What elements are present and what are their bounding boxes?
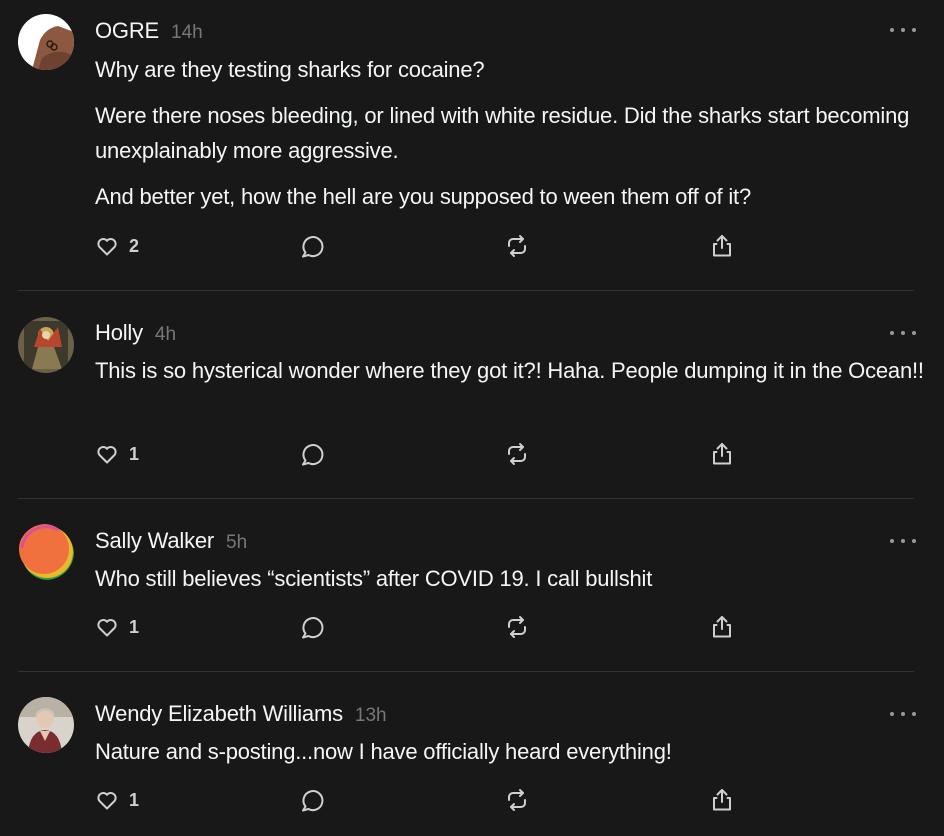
like-count: 2 bbox=[129, 235, 140, 256]
share-button[interactable] bbox=[709, 233, 735, 259]
more-dots-icon bbox=[890, 28, 894, 32]
repost-button[interactable] bbox=[504, 233, 530, 259]
like-button[interactable]: 2 bbox=[95, 233, 139, 259]
username[interactable]: Wendy Elizabeth Williams bbox=[95, 701, 343, 727]
avatar[interactable] bbox=[18, 524, 74, 580]
timestamp: 14h bbox=[171, 22, 203, 43]
share-icon bbox=[713, 235, 731, 257]
action-bar: 1 bbox=[95, 441, 745, 467]
timestamp: 5h bbox=[226, 532, 248, 553]
post-paragraph: Nature and s-posting...now I have offici… bbox=[95, 739, 672, 764]
post-paragraph: Were there noses bleeding, or lined with… bbox=[95, 103, 910, 163]
heart-icon bbox=[97, 238, 117, 256]
more-options-button[interactable] bbox=[890, 22, 916, 38]
action-bar: 1 bbox=[95, 614, 745, 640]
share-icon bbox=[713, 616, 731, 638]
post-text: Who still believes “scientists” after CO… bbox=[95, 561, 925, 607]
more-dots-icon bbox=[890, 712, 894, 716]
post-paragraph: This is so hysterical wonder where they … bbox=[95, 358, 924, 383]
reply-button[interactable] bbox=[299, 614, 325, 640]
repost-button[interactable] bbox=[504, 787, 530, 813]
share-button[interactable] bbox=[709, 787, 735, 813]
like-count: 1 bbox=[129, 789, 140, 810]
reply-button[interactable] bbox=[299, 441, 325, 467]
avatar[interactable] bbox=[18, 697, 74, 753]
reply-button[interactable] bbox=[299, 787, 325, 813]
heart-icon bbox=[97, 446, 117, 464]
username[interactable]: OGRE bbox=[95, 18, 159, 44]
like-button[interactable]: 1 bbox=[95, 787, 139, 813]
comment-bubble-icon bbox=[302, 790, 324, 812]
like-count: 1 bbox=[129, 616, 140, 637]
reply-button[interactable] bbox=[299, 233, 325, 259]
repost-icon bbox=[508, 616, 526, 638]
share-icon bbox=[713, 443, 731, 465]
comment-bubble-icon bbox=[302, 617, 324, 639]
username[interactable]: Sally Walker bbox=[95, 528, 214, 554]
action-bar: 2 bbox=[95, 233, 745, 259]
action-bar: 1 bbox=[95, 787, 745, 813]
repost-icon bbox=[508, 235, 526, 257]
more-dots-icon bbox=[890, 331, 894, 335]
share-button[interactable] bbox=[709, 441, 735, 467]
heart-icon bbox=[97, 619, 117, 637]
repost-icon bbox=[508, 789, 526, 811]
more-dots-icon bbox=[890, 539, 894, 543]
avatar[interactable] bbox=[18, 14, 74, 70]
more-options-button[interactable] bbox=[890, 706, 916, 722]
comment-bubble-icon bbox=[302, 236, 324, 258]
like-button[interactable]: 1 bbox=[95, 614, 139, 640]
divider bbox=[18, 498, 914, 499]
like-button[interactable]: 1 bbox=[95, 441, 139, 467]
divider bbox=[18, 671, 914, 672]
share-icon bbox=[713, 789, 731, 811]
like-count: 1 bbox=[129, 443, 140, 464]
share-button[interactable] bbox=[709, 614, 735, 640]
repost-button[interactable] bbox=[504, 614, 530, 640]
post-text: Why are they testing sharks for cocaine?… bbox=[95, 52, 925, 225]
post-paragraph: Why are they testing sharks for cocaine? bbox=[95, 57, 485, 82]
username[interactable]: Holly bbox=[95, 320, 143, 346]
repost-button[interactable] bbox=[504, 441, 530, 467]
replies-feed: OGRE 14h Why are they testing sharks for… bbox=[0, 0, 944, 836]
post-paragraph: Who still believes “scientists” after CO… bbox=[95, 566, 653, 591]
avatar[interactable] bbox=[18, 317, 74, 373]
timestamp: 13h bbox=[354, 705, 387, 726]
more-options-button[interactable] bbox=[890, 325, 916, 341]
repost-icon bbox=[508, 443, 526, 465]
more-options-button[interactable] bbox=[890, 533, 916, 549]
post-text: This is so hysterical wonder where they … bbox=[95, 353, 925, 399]
timestamp: 4h bbox=[154, 324, 177, 345]
comment-bubble-icon bbox=[302, 444, 324, 466]
post-text: Nature and s-posting...now I have offici… bbox=[95, 734, 925, 780]
heart-icon bbox=[97, 792, 117, 810]
divider bbox=[18, 290, 914, 291]
post-paragraph: And better yet, how the hell are you sup… bbox=[95, 184, 751, 209]
